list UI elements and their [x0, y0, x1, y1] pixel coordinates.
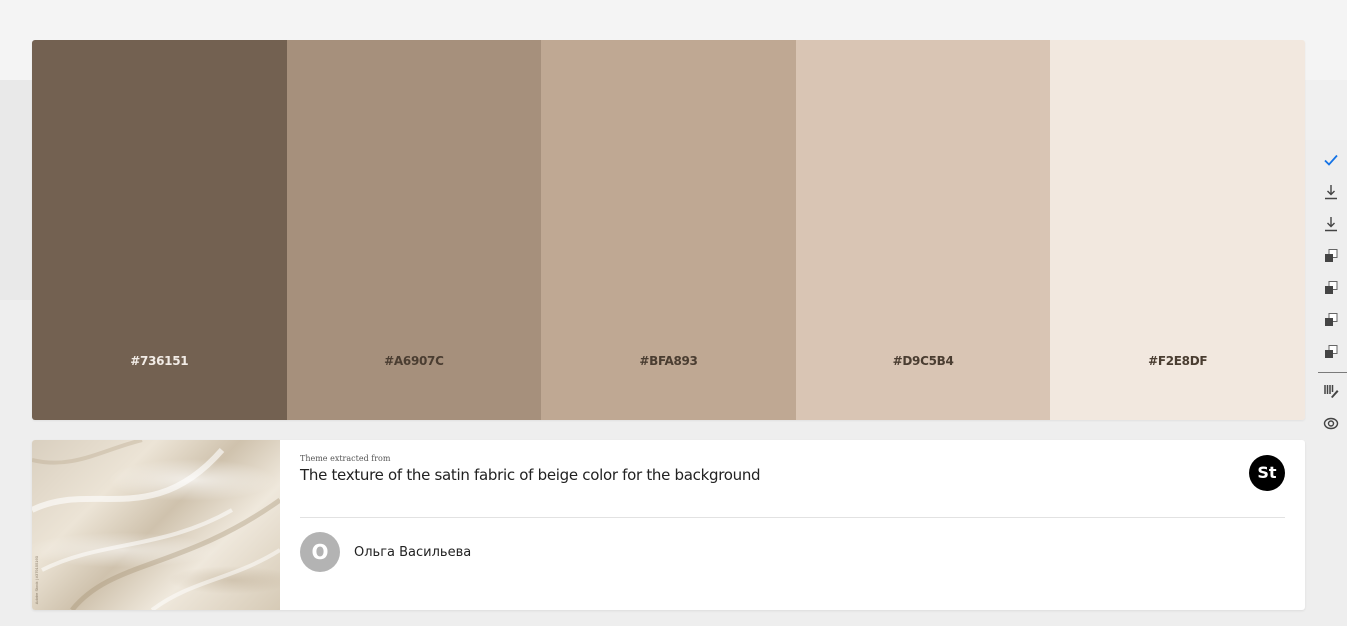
theme-info-card: Adobe Stock | #379155160 Theme extracted… — [32, 440, 1305, 610]
color-swatch[interactable]: #A6907C — [286, 40, 542, 420]
color-swatch[interactable]: #D9C5B4 — [795, 40, 1051, 420]
color-swatch[interactable]: #BFA893 — [541, 40, 796, 420]
toolbar-divider — [1318, 372, 1347, 373]
download-icon[interactable] — [1318, 212, 1344, 236]
swatch-hex-label: #BFA893 — [639, 354, 698, 368]
theme-source-title[interactable]: The texture of the satin fabric of beige… — [300, 466, 761, 484]
download-icon[interactable] — [1318, 180, 1344, 204]
color-swatch[interactable]: #F2E8DF — [1050, 40, 1305, 420]
copy-icon[interactable] — [1318, 244, 1344, 268]
background-block — [1305, 80, 1347, 140]
page: #736151 #A6907C #BFA893 #D9C5B4 #F2E8DF … — [0, 0, 1347, 626]
color-swatch[interactable]: #736151 — [32, 40, 287, 420]
swatch-hex-label: #F2E8DF — [1148, 354, 1208, 368]
author-avatar[interactable]: О — [300, 532, 340, 572]
edit-palette-icon[interactable] — [1318, 379, 1344, 403]
copy-icon[interactable] — [1318, 276, 1344, 300]
side-toolbar — [1318, 148, 1347, 443]
copy-icon[interactable] — [1318, 340, 1344, 364]
copy-icon[interactable] — [1318, 308, 1344, 332]
background-block — [0, 80, 32, 300]
source-thumbnail[interactable]: Adobe Stock | #379155160 — [32, 440, 280, 610]
color-palette: #736151 #A6907C #BFA893 #D9C5B4 #F2E8DF — [32, 40, 1305, 420]
thumbnail-watermark: Adobe Stock | #379155160 — [34, 555, 39, 604]
theme-source-label: Theme extracted from — [300, 454, 391, 463]
swatch-hex-label: #A6907C — [384, 354, 444, 368]
satin-texture-graphic — [32, 440, 280, 610]
swatch-hex-label: #D9C5B4 — [892, 354, 954, 368]
creative-cloud-icon[interactable] — [1318, 411, 1344, 435]
author-name[interactable]: Ольга Васильева — [354, 545, 471, 560]
check-icon[interactable] — [1318, 148, 1344, 172]
adobe-stock-badge[interactable]: St — [1249, 455, 1285, 491]
swatch-hex-label: #736151 — [130, 354, 189, 368]
divider — [300, 517, 1285, 518]
